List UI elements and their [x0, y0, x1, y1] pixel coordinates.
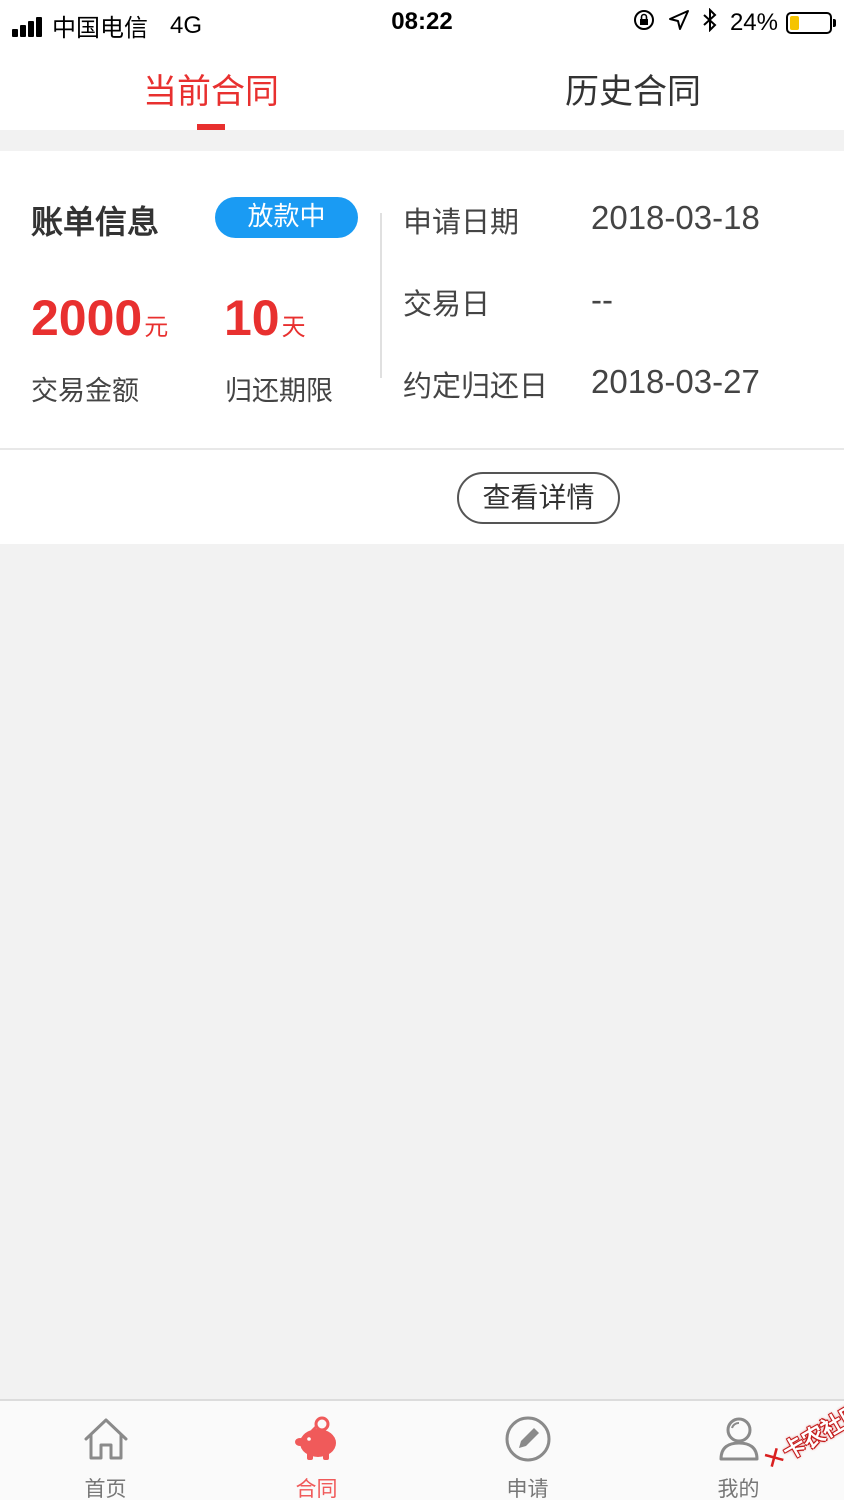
tab-history-contract[interactable]: 历史合同 — [422, 64, 844, 113]
term-value: 10 — [224, 290, 280, 346]
apply-date-label: 申请日期 — [403, 205, 520, 239]
rotation-lock-icon — [632, 8, 656, 38]
term-label: 归还期限 — [225, 376, 333, 407]
home-icon — [84, 1418, 128, 1460]
tab-indicator — [197, 124, 225, 130]
amount-value-block: 2000元 — [31, 289, 168, 347]
horizontal-divider — [0, 448, 844, 450]
amount-label: 交易金额 — [31, 376, 139, 407]
battery-icon — [786, 12, 836, 34]
bill-title: 账单信息 — [31, 203, 160, 241]
nav-label-contract: 合同 — [295, 1477, 338, 1500]
amount-value: 2000 — [31, 290, 143, 346]
term-unit: 天 — [281, 313, 306, 341]
nav-label-home: 首页 — [84, 1477, 127, 1500]
vertical-divider — [380, 213, 382, 378]
due-date-value: 2018-03-27 — [591, 363, 760, 400]
nav-item-contract[interactable]: 合同 — [211, 1401, 422, 1500]
status-badge: 放款中 — [215, 197, 358, 238]
status-bar-right: 24% — [632, 7, 836, 38]
view-details-button[interactable]: 查看详情 — [457, 472, 620, 524]
bluetooth-icon — [702, 7, 718, 38]
due-date-label: 约定归还日 — [403, 369, 549, 403]
amount-unit: 元 — [144, 313, 169, 341]
term-value-block: 10天 — [224, 289, 306, 347]
apply-date-value: 2018-03-18 — [591, 199, 760, 236]
nav-label-mine: 我的 — [717, 1477, 760, 1500]
bill-card: 账单信息 放款中 2000元 10天 交易金额 归还期限 申请日期 2018-0… — [0, 151, 844, 544]
trade-date-value: -- — [591, 281, 613, 318]
nav-label-apply: 申请 — [506, 1477, 549, 1500]
status-bar: 中国电信 4G 08:22 24% — [0, 0, 844, 44]
tab-current-contract[interactable]: 当前合同 — [0, 64, 422, 113]
piggy-bank-icon — [295, 1416, 336, 1460]
bottom-nav: 首页 合同 申请 我的 — [0, 1399, 844, 1500]
nav-item-apply[interactable]: 申请 — [422, 1401, 633, 1500]
pencil-icon — [505, 1416, 551, 1462]
contract-tabs: 当前合同 历史合同 — [0, 44, 844, 130]
location-arrow-icon — [668, 9, 690, 37]
nav-item-home[interactable]: 首页 — [0, 1401, 211, 1500]
trade-date-label: 交易日 — [403, 287, 491, 321]
battery-percent: 24% — [729, 9, 778, 36]
